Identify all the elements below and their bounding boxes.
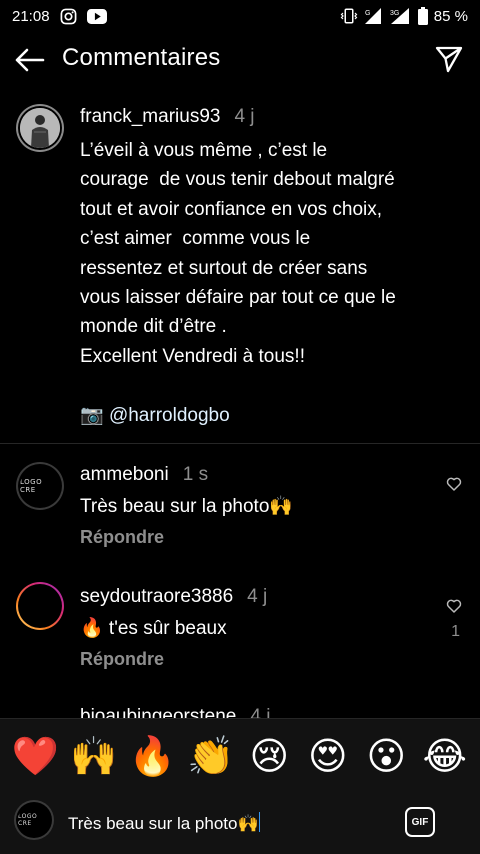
comment-composer: LOGO CRE Très beau sur la photo🙌 GIF [0, 792, 480, 854]
camera-emoji: 📷 [80, 404, 104, 426]
text-caret [258, 812, 261, 832]
like-button[interactable] [446, 598, 462, 614]
vibrate-icon [340, 8, 358, 24]
gif-button[interactable]: GIF [405, 807, 435, 837]
back-button[interactable] [14, 46, 46, 74]
page-title: Commentaires [62, 44, 221, 71]
comment-item: seydoutraore3886 4 j 🔥 t'es sûr beaux Rép… [0, 574, 480, 704]
caption-header: franck_marius93 4 j [80, 106, 255, 128]
svg-text:G: G [365, 10, 370, 17]
heart-outline-icon [446, 599, 462, 613]
youtube-icon [86, 8, 107, 24]
status-bar: 21:08 G 3G 85 % [0, 0, 480, 32]
svg-text:3G: 3G [390, 10, 399, 17]
quick-emoji-bar: ❤️ 🙌 🔥 👏 😢 😍 😮 😂 [0, 718, 480, 792]
emoji-cry[interactable]: 😢 [244, 737, 294, 775]
comment-text: 🔥 t'es sûr beaux [80, 618, 227, 639]
clock: 21:08 [12, 7, 50, 25]
emoji-raised-hands[interactable]: 🙌 [69, 737, 119, 775]
avatar-photo [20, 108, 60, 148]
post-caption: franck_marius93 4 j L’éveil à vous même ,… [0, 96, 480, 444]
caption-username[interactable]: franck_marius93 [80, 106, 220, 127]
emoji-laughing[interactable]: 😂 [420, 737, 470, 775]
comment-input[interactable]: Très beau sur la photo🙌 [68, 812, 261, 834]
avatar-logo: LOGO CRE [18, 804, 50, 836]
comment-username[interactable]: ammeboni [80, 464, 169, 485]
comment-username[interactable]: seydoutraore3886 [80, 586, 233, 607]
comment-text: Très beau sur la photo🙌 [80, 496, 294, 517]
paper-plane-icon [435, 46, 463, 73]
caption-timestamp: 4 j [234, 106, 255, 127]
emoji-clap[interactable]: 👏 [186, 737, 236, 775]
my-avatar: LOGO CRE [14, 800, 54, 840]
comment-item: LOGO CRE ammeboni 1 s Très beau sur la ph… [0, 444, 480, 574]
like-count: 1 [451, 623, 460, 640]
comment-header: seydoutraore3886 4 j [80, 586, 267, 608]
like-button[interactable] [446, 476, 462, 492]
arrow-left-icon [15, 48, 45, 72]
comment-header: ammeboni 1 s [80, 464, 208, 486]
instagram-icon [60, 8, 77, 25]
avatar-photo [20, 586, 60, 626]
battery-icon [417, 7, 428, 25]
header: Commentaires [0, 32, 480, 88]
share-button[interactable] [434, 44, 464, 74]
emoji-surprised[interactable]: 😮 [361, 737, 411, 775]
emoji-heart[interactable]: ❤️ [10, 737, 60, 775]
caption-text: L’éveil à vous même , c’est le courage d… [80, 136, 460, 430]
signal-icon: G [364, 7, 384, 25]
emoji-fire[interactable]: 🔥 [127, 737, 177, 775]
reply-button[interactable]: Répondre [80, 527, 164, 548]
comment-input-value: Très beau sur la photo🙌 [68, 814, 259, 833]
emoji-heart-eyes[interactable]: 😍 [303, 737, 353, 775]
battery-level: 85 % [433, 7, 468, 25]
avatar-logo: LOGO CRE [20, 466, 60, 506]
caption-avatar[interactable] [16, 104, 64, 152]
reply-button[interactable]: Répondre [80, 649, 164, 670]
comment-avatar[interactable]: LOGO CRE [16, 462, 64, 510]
comment-timestamp: 1 s [182, 464, 209, 485]
mention-link[interactable]: @harroldogbo [109, 405, 230, 426]
signal-3g-icon: 3G [390, 7, 412, 25]
heart-outline-icon [446, 477, 462, 491]
comment-timestamp: 4 j [247, 586, 268, 607]
comment-avatar[interactable] [16, 582, 64, 630]
caption-body: L’éveil à vous même , c’est le courage d… [80, 140, 396, 367]
